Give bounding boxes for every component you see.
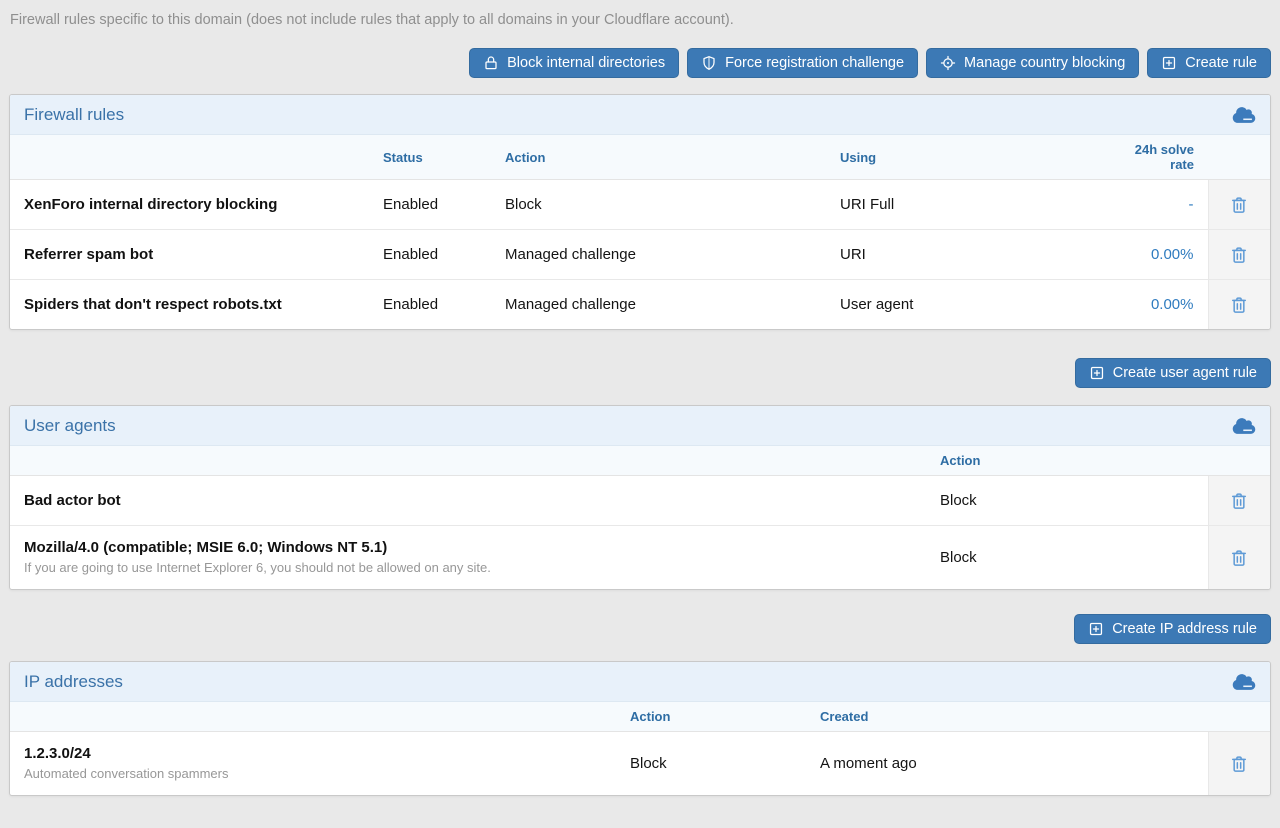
delete-rule-button[interactable] — [1225, 291, 1253, 319]
ip-addresses-panel: IP addresses Action Created 1.2.3.0/24 A… — [9, 661, 1271, 796]
col-created: Created — [806, 702, 1208, 732]
ip-addresses-header-row: Action Created — [10, 702, 1270, 732]
user-agent-row: Bad actor bot Block — [10, 476, 1270, 526]
button-label: Create user agent rule — [1113, 365, 1257, 381]
solve-rate-link[interactable]: 0.00% — [1151, 296, 1194, 313]
ip-address-row: 1.2.3.0/24 Automated conversation spamme… — [10, 732, 1270, 796]
ip-address-note: Automated conversation spammers — [24, 765, 602, 782]
rule-action: Managed challenge — [491, 230, 826, 280]
rule-status: Enabled — [369, 280, 491, 330]
col-action: Action — [616, 702, 806, 732]
button-label: Create rule — [1185, 55, 1257, 71]
cloudflare-icon — [1232, 673, 1256, 691]
crosshair-icon — [940, 55, 956, 71]
user-agent-toolbar: Create user agent rule — [9, 358, 1271, 388]
delete-user-agent-button[interactable] — [1225, 544, 1253, 572]
button-label: Manage country blocking — [964, 55, 1125, 71]
trash-icon — [1229, 245, 1249, 265]
solve-rate-link[interactable]: 0.00% — [1151, 246, 1194, 263]
user-agent-action: Block — [926, 476, 1208, 526]
rule-status: Enabled — [369, 230, 491, 280]
page-description: Firewall rules specific to this domain (… — [10, 10, 1271, 30]
col-action: Action — [926, 446, 1208, 476]
shield-icon — [701, 55, 717, 71]
create-ip-address-rule-button[interactable]: Create IP address rule — [1074, 614, 1271, 644]
firewall-rule-row: Spiders that don't respect robots.txt En… — [10, 280, 1270, 330]
panel-title: IP addresses — [24, 672, 123, 692]
toolbar: Block internal directories Force registr… — [9, 48, 1271, 78]
lock-icon — [483, 55, 499, 71]
plus-square-icon — [1088, 621, 1104, 637]
rule-name: Spiders that don't respect robots.txt — [10, 280, 369, 330]
block-internal-directories-button[interactable]: Block internal directories — [469, 48, 679, 78]
user-agents-header-row: Action — [10, 446, 1270, 476]
firewall-rules-table: Status Action Using 24h solve rate XenFo… — [10, 135, 1270, 329]
trash-icon — [1229, 195, 1249, 215]
plus-square-icon — [1161, 55, 1177, 71]
col-status: Status — [369, 135, 491, 180]
user-agent-note: If you are going to use Internet Explore… — [24, 559, 912, 576]
firewall-rules-header-row: Status Action Using 24h solve rate — [10, 135, 1270, 180]
col-solve-rate: 24h solve rate — [1104, 135, 1208, 180]
user-agent-name: Mozilla/4.0 (compatible; MSIE 6.0; Windo… — [24, 539, 912, 556]
rule-using: URI — [826, 230, 1104, 280]
ip-addresses-panel-header: IP addresses — [10, 662, 1270, 702]
button-label: Create IP address rule — [1112, 621, 1257, 637]
user-agent-row: Mozilla/4.0 (compatible; MSIE 6.0; Windo… — [10, 526, 1270, 590]
col-using: Using — [826, 135, 1104, 180]
trash-icon — [1229, 754, 1249, 774]
solve-rate-link[interactable]: - — [1189, 196, 1194, 213]
rule-using: User agent — [826, 280, 1104, 330]
create-user-agent-rule-button[interactable]: Create user agent rule — [1075, 358, 1271, 388]
button-label: Block internal directories — [507, 55, 665, 71]
panel-title: Firewall rules — [24, 105, 124, 125]
rule-action: Block — [491, 180, 826, 230]
ip-address-name: 1.2.3.0/24 — [24, 745, 602, 762]
create-rule-button[interactable]: Create rule — [1147, 48, 1271, 78]
delete-rule-button[interactable] — [1225, 191, 1253, 219]
firewall-rule-row: Referrer spam bot Enabled Managed challe… — [10, 230, 1270, 280]
rule-name: Referrer spam bot — [10, 230, 369, 280]
rule-name: XenForo internal directory blocking — [10, 180, 369, 230]
ip-addresses-table: Action Created 1.2.3.0/24 Automated conv… — [10, 702, 1270, 795]
force-registration-challenge-button[interactable]: Force registration challenge — [687, 48, 918, 78]
user-agents-table: Action Bad actor bot Block Mozilla/4.0 (… — [10, 446, 1270, 589]
trash-icon — [1229, 491, 1249, 511]
rule-status: Enabled — [369, 180, 491, 230]
delete-rule-button[interactable] — [1225, 241, 1253, 269]
trash-icon — [1229, 295, 1249, 315]
rule-action: Managed challenge — [491, 280, 826, 330]
manage-country-blocking-button[interactable]: Manage country blocking — [926, 48, 1139, 78]
col-action: Action — [491, 135, 826, 180]
cloudflare-icon — [1232, 106, 1256, 124]
delete-user-agent-button[interactable] — [1225, 487, 1253, 515]
plus-square-icon — [1089, 365, 1105, 381]
ip-address-created: A moment ago — [806, 732, 1208, 796]
firewall-rule-row: XenForo internal directory blocking Enab… — [10, 180, 1270, 230]
user-agent-name: Bad actor bot — [10, 476, 926, 526]
trash-icon — [1229, 548, 1249, 568]
firewall-rules-panel: Firewall rules Status Action Using 24h s… — [9, 94, 1271, 330]
ip-address-toolbar: Create IP address rule — [9, 614, 1271, 644]
delete-ip-address-button[interactable] — [1225, 750, 1253, 778]
user-agent-action: Block — [926, 526, 1208, 590]
button-label: Force registration challenge — [725, 55, 904, 71]
ip-address-action: Block — [616, 732, 806, 796]
user-agents-panel: User agents Action Bad actor bot Block M… — [9, 405, 1271, 590]
firewall-rules-panel-header: Firewall rules — [10, 95, 1270, 135]
user-agents-panel-header: User agents — [10, 406, 1270, 446]
cloudflare-icon — [1232, 417, 1256, 435]
panel-title: User agents — [24, 416, 116, 436]
rule-using: URI Full — [826, 180, 1104, 230]
